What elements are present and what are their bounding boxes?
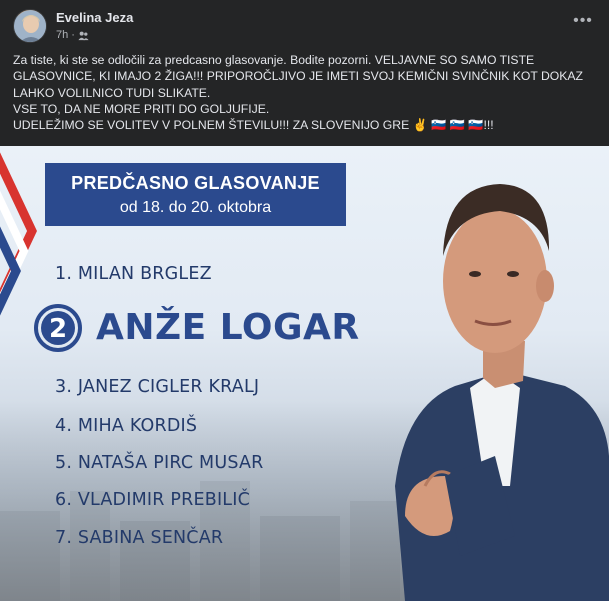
more-options-icon[interactable]: ••• (571, 12, 595, 36)
highlight-candidate: ANŽE LOGAR (96, 307, 360, 348)
post-text-line: GLASOVNICE, KI IMAJO 2 ŽIGA!!! PRIPOROČL… (13, 69, 583, 84)
meta-separator: · (71, 29, 75, 41)
date-banner: PREDČASNO GLASOVANJE od 18. do 20. oktob… (45, 163, 346, 226)
post-time[interactable]: 7h (56, 29, 68, 41)
banner-title: PREDČASNO GLASOVANJE (71, 173, 320, 193)
candidate-portrait (395, 184, 609, 601)
friends-icon[interactable] (78, 30, 89, 41)
post-text-line: UDELEŽIMO SE VOLITEV V POLNEM ŠTEVILU!!!… (13, 118, 494, 133)
avatar-photo (14, 10, 46, 42)
author-avatar[interactable] (13, 9, 47, 43)
candidate-item: 1. MILAN BRGLEZ (55, 264, 212, 284)
author-name[interactable]: Evelina Jeza (56, 10, 133, 25)
highlight-number: 2 (49, 314, 67, 344)
post-image[interactable]: PREDČASNO GLASOVANJE od 18. do 20. oktob… (0, 146, 609, 601)
candidate-item: 6. VLADIMIR PREBILIČ (55, 490, 251, 510)
post-text: Za tiste, ki ste se odločili za predcasn… (13, 52, 597, 133)
post-text-line: VSE TO, DA NE MORE PRITI DO GOLJUFIJE. (13, 101, 270, 116)
post-text-line: Za tiste, ki ste se odločili za predcasn… (13, 53, 535, 67)
post-header: Evelina Jeza 7h · ••• (0, 0, 609, 48)
banner-subtitle: od 18. do 20. oktobra (119, 199, 272, 216)
candidate-item: 5. NATAŠA PIRC MUSAR (55, 453, 264, 473)
post-text-line: LAHKO VOLILNICO TUDI SLIKATE. (13, 85, 211, 100)
candidate-item: 7. SABINA SENČAR (55, 528, 224, 548)
candidate-item: 3. JANEZ CIGLER KRALJ (55, 377, 260, 397)
number-circle-icon: 2 (34, 304, 82, 352)
post-meta: 7h · (56, 29, 89, 41)
candidate-item: 4. MIHA KORDIŠ (55, 416, 198, 436)
